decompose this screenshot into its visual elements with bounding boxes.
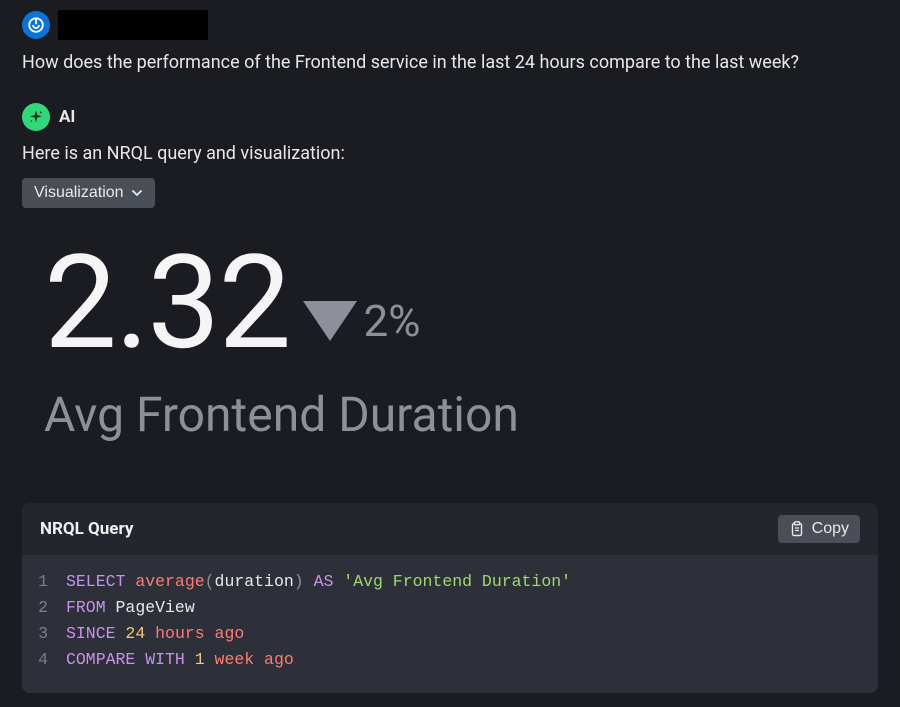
ai-label: AI: [59, 107, 75, 127]
metric-delta-text: 2%: [363, 295, 420, 347]
code-line-content: FROM PageView: [66, 595, 195, 621]
ai-intro-text: Here is an NRQL query and visualization:: [22, 143, 878, 164]
clipboard-icon: [789, 521, 805, 538]
line-number: 4: [32, 647, 66, 673]
copy-button[interactable]: Copy: [778, 515, 860, 543]
nrql-query-card: NRQL Query Copy 1SELECT average(duration…: [22, 503, 878, 693]
line-number: 2: [32, 595, 66, 621]
code-line: 3SINCE 24 hours ago: [32, 621, 868, 647]
user-avatar-icon: [22, 11, 50, 39]
trend-down-icon: [303, 301, 357, 341]
nrql-code-block[interactable]: 1SELECT average(duration) AS 'Avg Fronte…: [22, 555, 878, 693]
ai-header: AI: [22, 103, 878, 131]
chevron-down-icon: [131, 187, 143, 199]
visualization-panel: 2.32 2% Avg Frontend Duration: [22, 208, 878, 483]
line-number: 3: [32, 621, 66, 647]
ai-avatar-icon: [22, 103, 50, 131]
code-line: 4COMPARE WITH 1 week ago: [32, 647, 868, 673]
code-line-content: SINCE 24 hours ago: [66, 621, 244, 647]
code-line: 1SELECT average(duration) AS 'Avg Fronte…: [32, 569, 868, 595]
metric-delta: 2%: [303, 295, 420, 347]
visualization-dropdown-label: Visualization: [34, 184, 124, 202]
visualization-dropdown[interactable]: Visualization: [22, 178, 155, 208]
query-title: NRQL Query: [40, 519, 133, 539]
metric-value: 2.32: [44, 238, 289, 368]
metric-label: Avg Frontend Duration: [44, 386, 856, 443]
code-line: 2FROM PageView: [32, 595, 868, 621]
copy-button-label: Copy: [812, 520, 849, 538]
code-line-content: COMPARE WITH 1 week ago: [66, 647, 294, 673]
redacted-username: [58, 10, 208, 40]
user-header: [22, 10, 878, 40]
user-question: How does the performance of the Frontend…: [22, 50, 878, 75]
code-line-content: SELECT average(duration) AS 'Avg Fronten…: [66, 569, 571, 595]
line-number: 1: [32, 569, 66, 595]
